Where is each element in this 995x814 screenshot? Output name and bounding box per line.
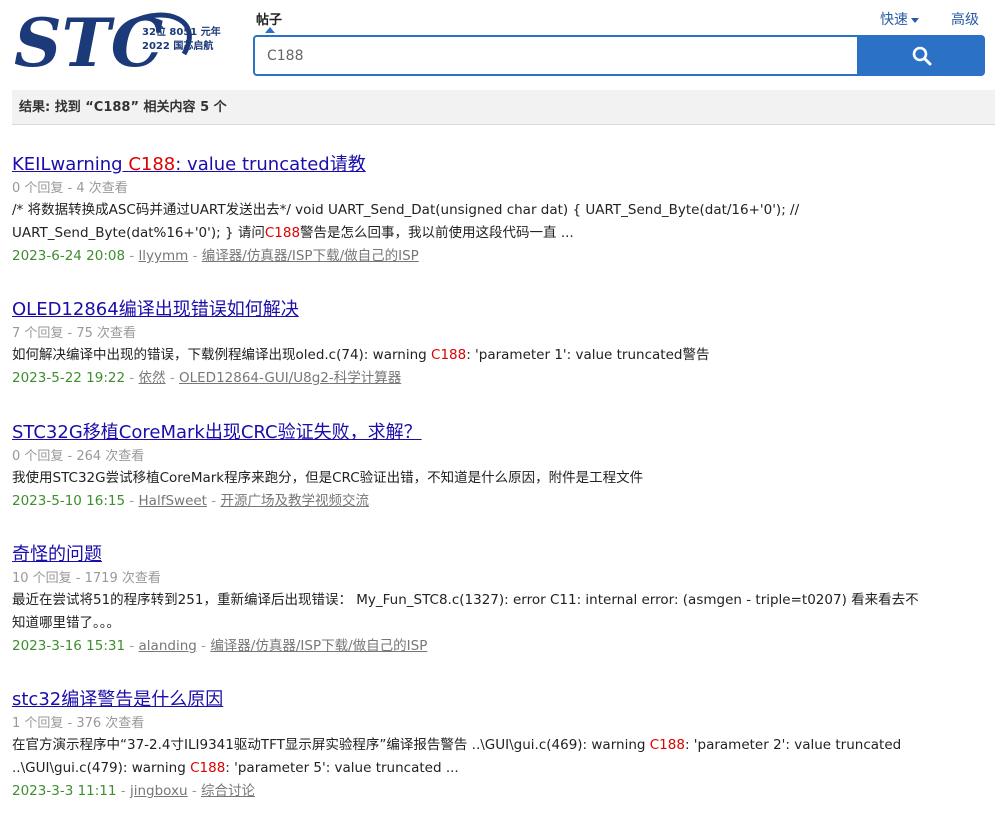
snippet-line: ..\GUI\gui.c(479): warning C188: 'parame… xyxy=(12,757,982,780)
header: STC 32位 8051 元年 2022 国芯启航 帖子 快速 高级 xyxy=(0,0,995,88)
snippet-text: 如何解决编译中出现的错误，下载例程编译出现oled.c(74): warning xyxy=(12,347,432,363)
tab-posts[interactable]: 帖子 xyxy=(256,9,282,28)
result-title-link[interactable]: KEILwarning C188: value truncated请教 xyxy=(12,153,982,177)
search-icon xyxy=(912,46,932,65)
result-item: stc32编译警告是什么原因 1 个回复 - 376 次查看 在官方演示程序中“… xyxy=(12,688,982,802)
forum-link[interactable]: 编译器/仿真器/ISP下载/做自己的ISP xyxy=(202,248,419,264)
result-date: 2023-6-24 20:08 xyxy=(12,248,126,264)
result-meta: 2023-3-3 11:11 - jingboxu - 综合讨论 xyxy=(12,783,256,799)
title-highlight: C188 xyxy=(128,154,176,175)
quick-search-dropdown[interactable]: 快速 xyxy=(880,9,919,29)
search-input[interactable] xyxy=(255,37,857,74)
snippet-line: 知道哪里错了。。。 xyxy=(12,615,120,631)
result-meta: 2023-5-10 16:15 - HalfSweet - 开源广场及教学视频交… xyxy=(12,493,369,509)
result-date: 2023-3-16 15:31 xyxy=(12,638,126,654)
author-link[interactable]: HalfSweet xyxy=(139,493,207,509)
snippet-text: : 'parameter 1': value truncated警告 xyxy=(466,347,710,363)
result-date: 2023-5-22 19:22 xyxy=(12,370,126,386)
result-stats: 0 个回复 - 4 次查看 xyxy=(12,181,128,196)
result-meta: 2023-3-16 15:31 - alanding - 编译器/仿真器/ISP… xyxy=(12,638,428,654)
search-button[interactable] xyxy=(859,35,985,76)
result-snippet: 我使用STC32G尝试移植CoreMark程序来跑分，但是CRC验证出错，不知道… xyxy=(12,470,644,486)
stc-logo-graphic: STC 32位 8051 元年 2022 国芯启航 xyxy=(14,4,221,82)
result-summary: 结果: 找到 “C188” 相关内容 5 个 xyxy=(12,90,995,125)
result-title-link[interactable]: stc32编译警告是什么原因 xyxy=(12,688,982,712)
result-stats: 0 个回复 - 264 次查看 xyxy=(12,449,145,464)
result-item: 奇怪的问题 10 个回复 - 1719 次查看 最近在尝试将51的程序转到251… xyxy=(12,543,982,657)
result-snippet: 最近在尝试将51的程序转到251，重新编译后出现错误： My_Fun_STC8.… xyxy=(12,589,982,635)
result-meta: 2023-5-22 19:22 - 依然 - OLED12864-GUI/U8g… xyxy=(12,370,402,386)
snippet-highlight: C188 xyxy=(431,347,467,363)
result-stats: 7 个回复 - 75 次查看 xyxy=(12,326,137,341)
snippet-text: 在官方演示程序中“37-2.4寸ILI9341驱动TFT显示屏实验程序”编译报告… xyxy=(12,737,650,753)
snippet-line: 最近在尝试将51的程序转到251，重新编译后出现错误： My_Fun_STC8.… xyxy=(12,592,919,608)
forum-link[interactable]: 综合讨论 xyxy=(201,783,255,799)
logo-tagline-2: 2022 国芯启航 xyxy=(142,39,213,52)
result-title-link[interactable]: 奇怪的问题 xyxy=(12,543,982,567)
snippet-line: UART_Send_Byte(dat%16+'0'); } 请问C188警告是怎… xyxy=(12,222,982,245)
quick-search-label: 快速 xyxy=(880,12,908,28)
result-item: OLED12864编译出现错误如何解决 7 个回复 - 75 次查看 如何解决编… xyxy=(12,298,982,389)
result-item: STC32G移植CoreMark出现CRC验证失败，求解？ 0 个回复 - 26… xyxy=(12,421,982,512)
advanced-search-link[interactable]: 高级 xyxy=(951,9,979,29)
result-title-link[interactable]: STC32G移植CoreMark出现CRC验证失败，求解？ xyxy=(12,421,982,445)
result-snippet: 在官方演示程序中“37-2.4寸ILI9341驱动TFT显示屏实验程序”编译报告… xyxy=(12,734,982,780)
search-field[interactable] xyxy=(253,35,859,76)
snippet-text: : 'parameter 2': value truncated xyxy=(684,737,902,753)
snippet-highlight: C188 xyxy=(649,737,685,753)
forum-link[interactable]: 开源广场及教学视频交流 xyxy=(220,493,369,509)
result-stats: 10 个回复 - 1719 次查看 xyxy=(12,571,161,586)
snippet-highlight: C188 xyxy=(264,225,301,241)
result-stats: 1 个回复 - 376 次查看 xyxy=(12,716,145,731)
forum-link[interactable]: 编译器/仿真器/ISP下载/做自己的ISP xyxy=(210,638,427,654)
title-text: KEILwarning xyxy=(12,154,129,175)
result-date: 2023-3-3 11:11 xyxy=(12,783,117,799)
snippet-highlight: C188 xyxy=(190,760,226,776)
result-snippet: 如何解决编译中出现的错误，下载例程编译出现oled.c(74): warning… xyxy=(12,344,982,367)
chevron-down-icon xyxy=(911,17,919,23)
author-link[interactable]: jingboxu xyxy=(130,783,188,799)
result-snippet: /* 将数据转换成ASC码并通过UART发送出去*/ void UART_Sen… xyxy=(12,199,982,245)
logo-tagline-1: 32位 8051 元年 xyxy=(142,25,221,38)
site-logo[interactable]: STC 32位 8051 元年 2022 国芯启航 xyxy=(14,4,234,82)
result-item: KEILwarning C188: value truncated请教 0 个回… xyxy=(12,153,982,267)
result-title-link[interactable]: OLED12864编译出现错误如何解决 xyxy=(12,298,982,322)
title-text: : value truncated请教 xyxy=(175,154,366,175)
snippet-line: 在官方演示程序中“37-2.4寸ILI9341驱动TFT显示屏实验程序”编译报告… xyxy=(12,734,982,757)
snippet-text: UART_Send_Byte(dat%16+'0'); } 请问 xyxy=(12,225,265,241)
author-link[interactable]: llyymm xyxy=(139,248,189,264)
tab-active-indicator xyxy=(265,27,275,33)
result-date: 2023-5-10 16:15 xyxy=(12,493,126,509)
result-meta: 2023-6-24 20:08 - llyymm - 编译器/仿真器/ISP下载… xyxy=(12,248,419,264)
snippet-text: : 'parameter 5': value truncated ... xyxy=(225,760,459,776)
snippet-text: 警告是怎么回事，我以前使用这段代码一直 ... xyxy=(300,225,574,241)
forum-link[interactable]: OLED12864-GUI/U8g2-科学计算器 xyxy=(179,370,401,386)
author-link[interactable]: 依然 xyxy=(139,370,166,386)
snippet-line: /* 将数据转换成ASC码并通过UART发送出去*/ void UART_Sen… xyxy=(12,202,800,218)
snippet-text: ..\GUI\gui.c(479): warning xyxy=(12,760,191,776)
author-link[interactable]: alanding xyxy=(139,638,197,654)
